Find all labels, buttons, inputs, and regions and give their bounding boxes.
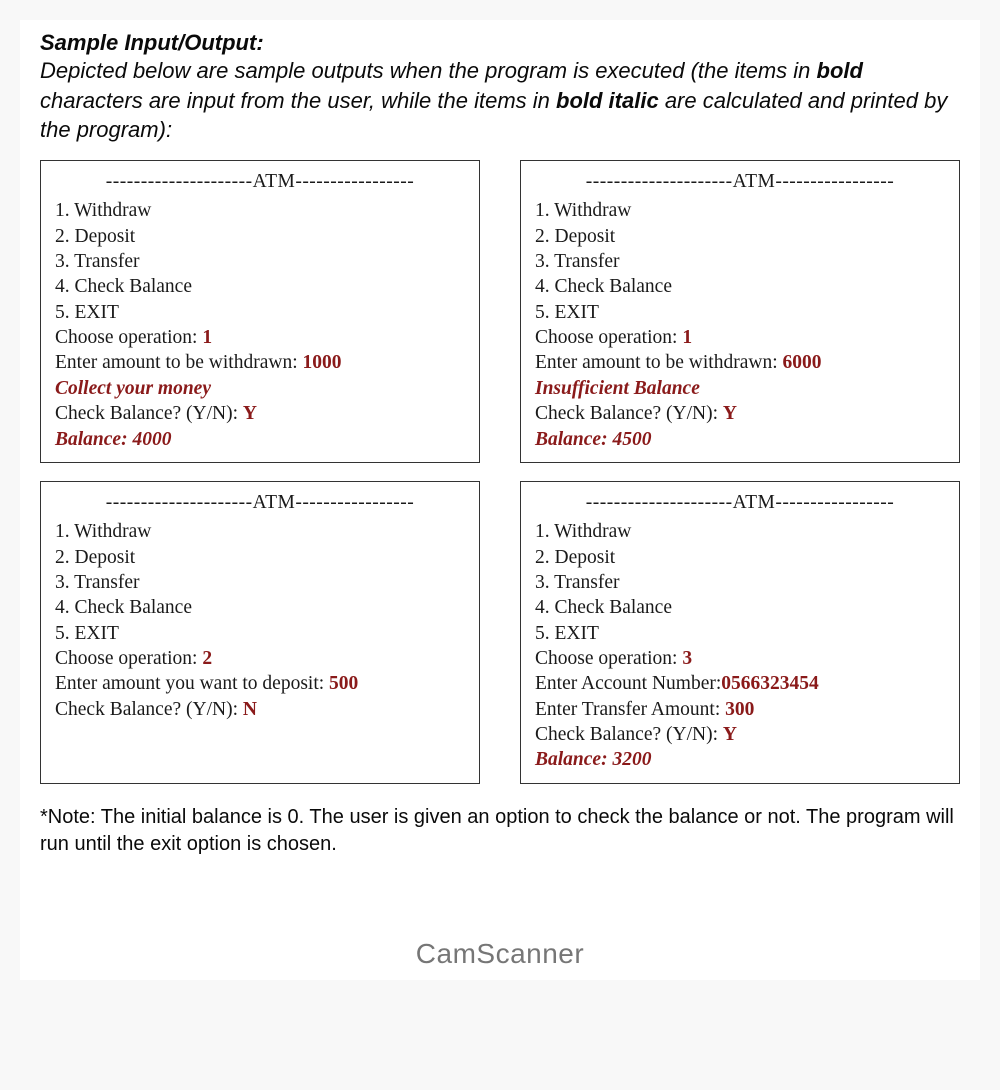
choose-value: 1 <box>682 327 692 348</box>
choose-label: Choose operation: <box>535 327 682 348</box>
menu-item: 2. Deposit <box>535 224 945 249</box>
menu-item: 4. Check Balance <box>535 595 945 620</box>
sample-box-1: ---------------------ATM----------------… <box>40 160 480 463</box>
note-text: *Note: The initial balance is 0. The use… <box>40 804 960 858</box>
amount-value: 6000 <box>782 352 821 373</box>
sample-box-4: ---------------------ATM----------------… <box>520 481 960 784</box>
menu-item: 5. EXIT <box>535 621 945 646</box>
menu-item: 2. Deposit <box>55 224 465 249</box>
choose-operation-line: Choose operation: 1 <box>535 325 945 350</box>
camscanner-watermark: CamScanner <box>40 938 960 970</box>
check-balance-line: Check Balance? (Y/N): Y <box>535 401 945 426</box>
menu-item: 5. EXIT <box>535 300 945 325</box>
account-number-line: Enter Account Number:0566323454 <box>535 671 945 696</box>
menu-item: 1. Withdraw <box>55 519 465 544</box>
check-label: Check Balance? (Y/N): <box>55 403 243 424</box>
check-balance-line: Check Balance? (Y/N): N <box>55 697 465 722</box>
atm-header: ---------------------ATM----------------… <box>55 490 465 515</box>
menu-item: 3. Transfer <box>55 570 465 595</box>
menu-item: 2. Deposit <box>55 545 465 570</box>
heading-section: Sample Input/Output: Depicted below are … <box>40 30 960 145</box>
desc-mid: characters are input from the user, whil… <box>40 88 556 113</box>
choose-label: Choose operation: <box>55 648 202 669</box>
account-label: Enter Account Number: <box>535 673 721 694</box>
balance-output: Balance: 4000 <box>55 427 465 452</box>
desc-pre: Depicted below are sample outputs when t… <box>40 58 817 83</box>
account-value: 0566323454 <box>721 673 819 694</box>
menu-item: 3. Transfer <box>535 249 945 274</box>
menu-item: 4. Check Balance <box>535 274 945 299</box>
amount-label: Enter amount to be withdrawn: <box>535 352 782 373</box>
atm-header: ---------------------ATM----------------… <box>535 169 945 194</box>
choose-operation-line: Choose operation: 3 <box>535 646 945 671</box>
choose-label: Choose operation: <box>535 648 682 669</box>
menu-item: 1. Withdraw <box>535 198 945 223</box>
calc-output-line: Insufficient Balance <box>535 376 945 401</box>
check-value: Y <box>723 403 737 424</box>
menu-item: 5. EXIT <box>55 300 465 325</box>
check-value: N <box>243 699 257 720</box>
menu-item: 2. Deposit <box>535 545 945 570</box>
check-value: Y <box>243 403 257 424</box>
menu-item: 3. Transfer <box>55 249 465 274</box>
menu-item: 4. Check Balance <box>55 595 465 620</box>
check-value: Y <box>723 724 737 745</box>
balance-output: Balance: 4500 <box>535 427 945 452</box>
deposit-amount-line: Enter amount you want to deposit: 500 <box>55 671 465 696</box>
menu-item: 5. EXIT <box>55 621 465 646</box>
amount-value: 500 <box>329 673 358 694</box>
choose-label: Choose operation: <box>55 327 202 348</box>
document-page: Sample Input/Output: Depicted below are … <box>20 20 980 980</box>
check-label: Check Balance? (Y/N): <box>55 699 243 720</box>
choose-value: 2 <box>202 648 212 669</box>
check-label: Check Balance? (Y/N): <box>535 724 723 745</box>
withdraw-amount-line: Enter amount to be withdrawn: 1000 <box>55 350 465 375</box>
choose-operation-line: Choose operation: 2 <box>55 646 465 671</box>
menu-item: 3. Transfer <box>535 570 945 595</box>
desc-bolditalic-word: bold italic <box>556 88 659 113</box>
amount-label: Enter amount to be withdrawn: <box>55 352 302 373</box>
amount-label: Enter Transfer Amount: <box>535 699 725 720</box>
desc-bold-word: bold <box>817 58 863 83</box>
amount-value: 300 <box>725 699 754 720</box>
amount-label: Enter amount you want to deposit: <box>55 673 329 694</box>
amount-value: 1000 <box>302 352 341 373</box>
sample-grid: ---------------------ATM----------------… <box>40 160 960 784</box>
choose-value: 3 <box>682 648 692 669</box>
choose-operation-line: Choose operation: 1 <box>55 325 465 350</box>
atm-header: ---------------------ATM----------------… <box>535 490 945 515</box>
menu-item: 1. Withdraw <box>55 198 465 223</box>
balance-output: Balance: 3200 <box>535 747 945 772</box>
sample-box-3: ---------------------ATM----------------… <box>40 481 480 784</box>
menu-item: 4. Check Balance <box>55 274 465 299</box>
withdraw-amount-line: Enter amount to be withdrawn: 6000 <box>535 350 945 375</box>
choose-value: 1 <box>202 327 212 348</box>
calc-output-line: Collect your money <box>55 376 465 401</box>
check-balance-line: Check Balance? (Y/N): Y <box>55 401 465 426</box>
check-label: Check Balance? (Y/N): <box>535 403 723 424</box>
atm-header: ---------------------ATM----------------… <box>55 169 465 194</box>
sample-box-2: ---------------------ATM----------------… <box>520 160 960 463</box>
transfer-amount-line: Enter Transfer Amount: 300 <box>535 697 945 722</box>
heading-title: Sample Input/Output: <box>40 30 960 56</box>
heading-description: Depicted below are sample outputs when t… <box>40 56 960 145</box>
menu-item: 1. Withdraw <box>535 519 945 544</box>
check-balance-line: Check Balance? (Y/N): Y <box>535 722 945 747</box>
